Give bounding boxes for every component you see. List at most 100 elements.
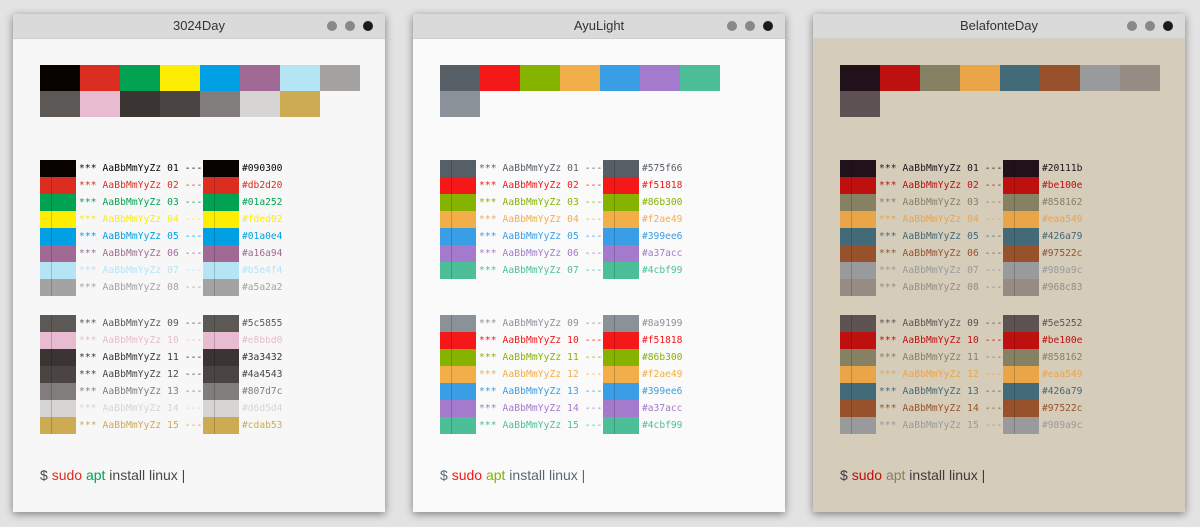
color-row: *** AaBbMmYyZz 09 --- #5c5855: [40, 315, 282, 332]
color-block: [203, 315, 239, 332]
command-apt: apt: [885, 467, 906, 483]
color-swatch: [520, 65, 560, 91]
color-row: *** AaBbMmYyZz 11 --- #858162: [840, 349, 1082, 366]
title-bar[interactable]: 3024Day: [13, 14, 385, 39]
bright-colors-list: *** AaBbMmYyZz 09 --- #5e5252 *** AaBbMmYy…: [840, 315, 1082, 434]
color-swatch: [480, 65, 520, 91]
color-block: [203, 262, 239, 279]
color-row: *** AaBbMmYyZz 05 --- #426a79: [840, 228, 1082, 245]
color-block: [603, 177, 639, 194]
close-button[interactable]: [763, 21, 773, 31]
minimize-button[interactable]: [1127, 21, 1137, 31]
color-swatch: [920, 65, 960, 91]
color-block: [603, 366, 639, 383]
color-row: *** AaBbMmYyZz 04 --- #fded02: [40, 211, 282, 228]
title-bar[interactable]: BelafonteDay: [813, 14, 1185, 39]
color-block: [440, 400, 476, 417]
color-swatch: [600, 65, 640, 91]
hex-code: #a37acc: [642, 248, 683, 259]
hex-code: #86b300: [642, 352, 683, 363]
hex-code: #f51818: [642, 180, 683, 191]
color-sample-text: *** AaBbMmYyZz 04 ---: [479, 214, 603, 225]
color-sample-text: *** AaBbMmYyZz 01 ---: [879, 163, 1003, 174]
color-sample-text: *** AaBbMmYyZz 04 ---: [879, 214, 1003, 225]
maximize-button[interactable]: [745, 21, 755, 31]
color-block: [603, 194, 639, 211]
color-block: [840, 349, 876, 366]
color-row: *** AaBbMmYyZz 04 --- #eaa549: [840, 211, 1082, 228]
window-controls: [1127, 21, 1173, 31]
color-row: *** AaBbMmYyZz 15 --- #4cbf99: [440, 417, 682, 434]
hex-code: #20111b: [1042, 163, 1083, 174]
color-swatch: [1000, 65, 1040, 91]
color-row: *** AaBbMmYyZz 01 --- #575f66: [440, 160, 682, 177]
command-sudo: sudo: [51, 467, 83, 483]
color-swatch: [560, 65, 600, 91]
hex-code: #cdab53: [242, 420, 283, 431]
title-bar[interactable]: AyuLight: [413, 14, 785, 39]
close-button[interactable]: [1163, 21, 1173, 31]
color-block: [1003, 228, 1039, 245]
color-block: [440, 315, 476, 332]
bright-colors-list: *** AaBbMmYyZz 09 --- #8a9199 *** AaBbMmYy…: [440, 315, 682, 434]
close-button[interactable]: [363, 21, 373, 31]
color-sample-text: *** AaBbMmYyZz 09 ---: [879, 318, 1003, 329]
color-block: [840, 211, 876, 228]
color-swatch: [680, 65, 720, 91]
color-block: [203, 245, 239, 262]
color-row: *** AaBbMmYyZz 02 --- #be100e: [840, 177, 1082, 194]
hex-code: #858162: [1042, 197, 1083, 208]
color-block: [1003, 417, 1039, 434]
color-sample-text: *** AaBbMmYyZz 02 ---: [479, 180, 603, 191]
hex-code: #989a9c: [1042, 265, 1083, 276]
color-swatch: [1080, 65, 1120, 91]
color-sample-text: *** AaBbMmYyZz 01 ---: [479, 163, 603, 174]
color-block: [440, 245, 476, 262]
color-row: *** AaBbMmYyZz 13 --- #807d7c: [40, 383, 282, 400]
color-swatch: [40, 91, 80, 117]
color-block: [203, 366, 239, 383]
shell-prompt: $ sudo apt install linux |: [40, 467, 185, 483]
command-args: install linux |: [505, 467, 586, 483]
color-block: [203, 417, 239, 434]
color-sample-text: *** AaBbMmYyZz 11 ---: [479, 352, 603, 363]
color-row: *** AaBbMmYyZz 12 --- #f2ae49: [440, 366, 682, 383]
color-block: [1003, 245, 1039, 262]
color-block: [40, 262, 76, 279]
color-sample-text: *** AaBbMmYyZz 07 ---: [479, 265, 603, 276]
color-row: *** AaBbMmYyZz 04 --- #f2ae49: [440, 211, 682, 228]
color-sample-text: *** AaBbMmYyZz 14 ---: [879, 403, 1003, 414]
color-block: [40, 366, 76, 383]
color-block: [1003, 160, 1039, 177]
color-block: [40, 383, 76, 400]
minimize-button[interactable]: [727, 21, 737, 31]
hex-code: #4cbf99: [642, 265, 683, 276]
color-palette: [840, 65, 1160, 117]
color-block: [40, 279, 76, 296]
color-block: [840, 400, 876, 417]
color-block: [840, 383, 876, 400]
color-block: [40, 228, 76, 245]
color-row: *** AaBbMmYyZz 11 --- #86b300: [440, 349, 682, 366]
command-apt: apt: [85, 467, 106, 483]
color-block: [440, 211, 476, 228]
color-sample-text: *** AaBbMmYyZz 11 ---: [879, 352, 1003, 363]
color-sample-text: *** AaBbMmYyZz 12 ---: [79, 369, 203, 380]
color-sample-text: *** AaBbMmYyZz 12 ---: [479, 369, 603, 380]
color-sample-text: *** AaBbMmYyZz 05 ---: [479, 231, 603, 242]
color-swatch: [440, 65, 480, 91]
color-block: [440, 417, 476, 434]
color-block: [1003, 279, 1039, 296]
palette-row-normal: [440, 65, 720, 91]
hex-code: #426a79: [1042, 231, 1083, 242]
hex-code: #01a252: [242, 197, 283, 208]
window-controls: [327, 21, 373, 31]
color-block: [203, 177, 239, 194]
maximize-button[interactable]: [1145, 21, 1155, 31]
color-block: [40, 332, 76, 349]
maximize-button[interactable]: [345, 21, 355, 31]
color-row: *** AaBbMmYyZz 15 --- #989a9c: [840, 417, 1082, 434]
color-block: [40, 349, 76, 366]
minimize-button[interactable]: [327, 21, 337, 31]
color-sample-text: *** AaBbMmYyZz 03 ---: [879, 197, 1003, 208]
